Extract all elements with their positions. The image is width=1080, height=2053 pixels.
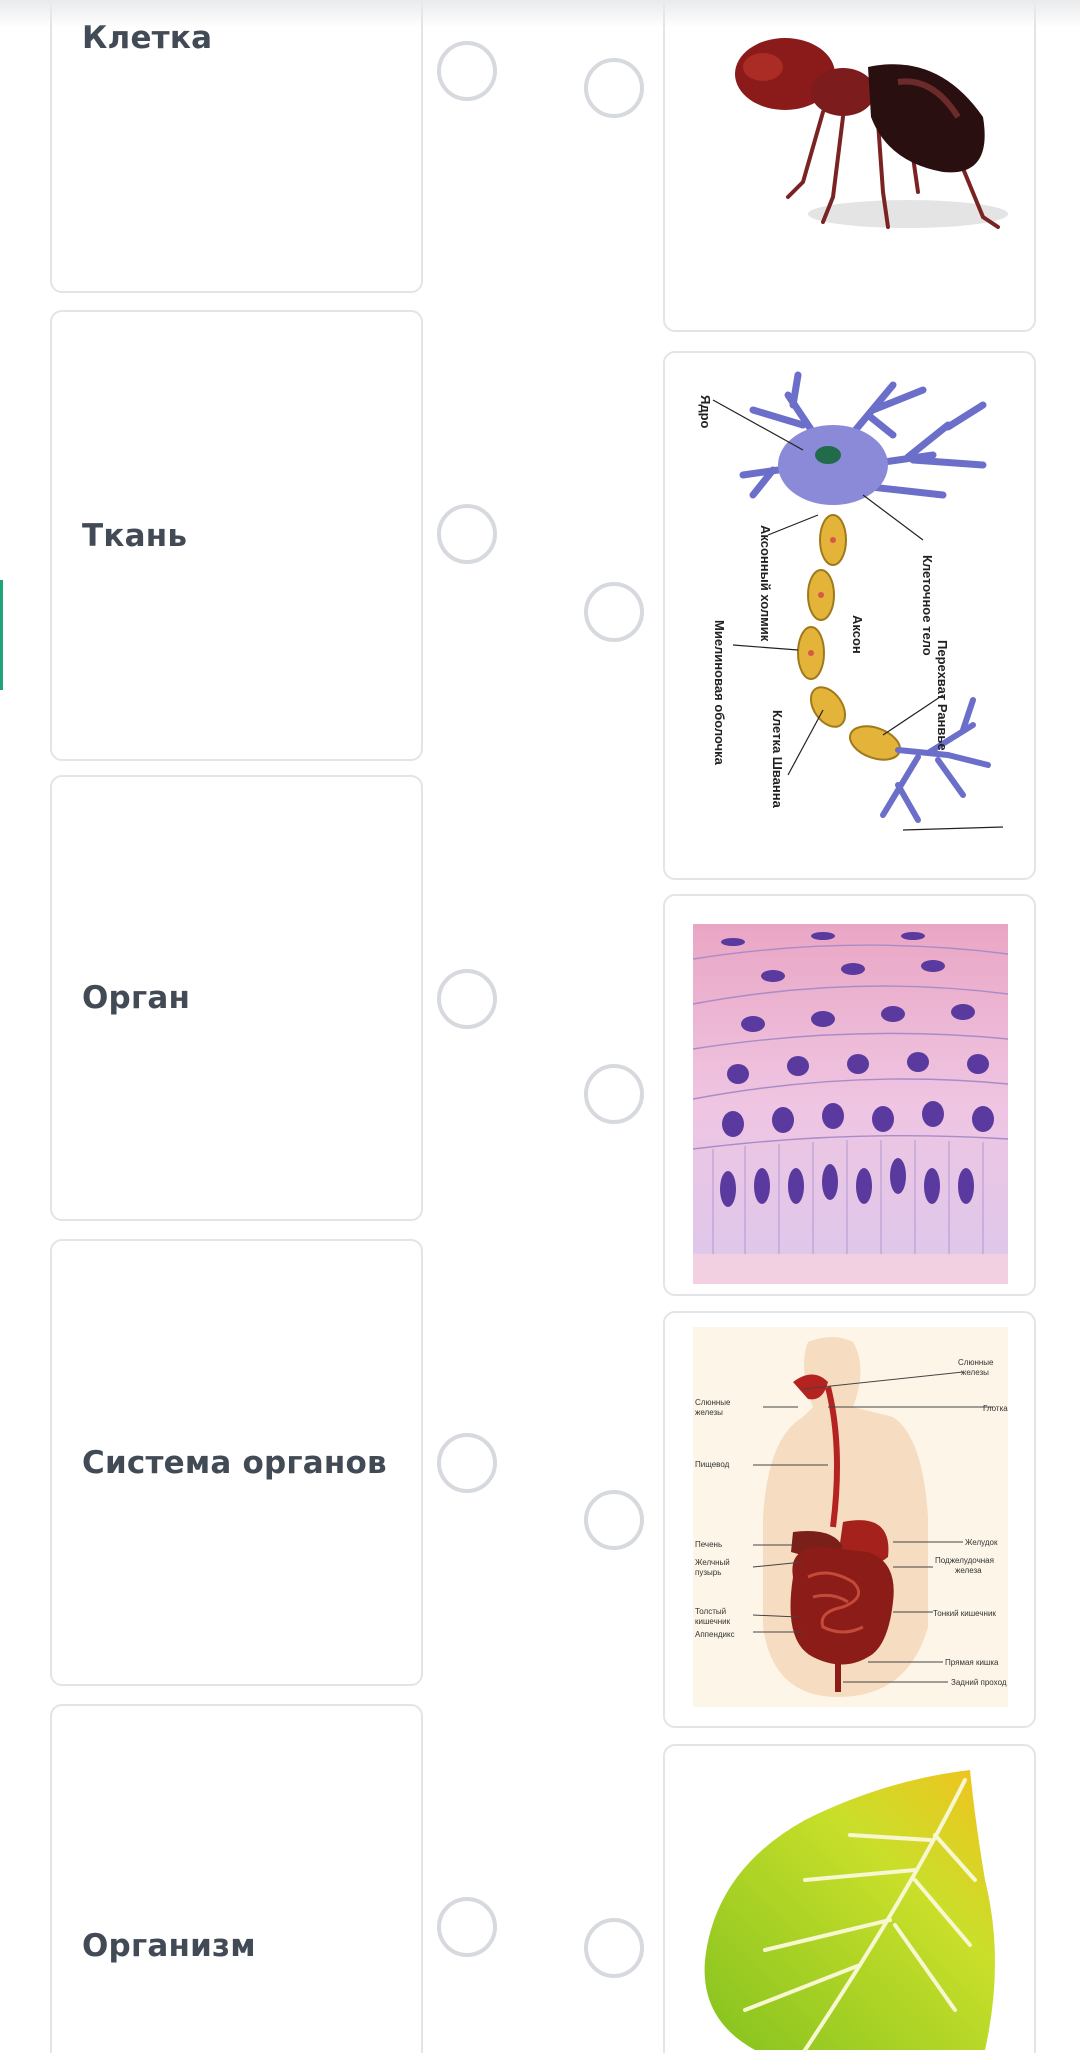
term-card-cell[interactable]: Клетка [50,0,423,293]
image-radio[interactable] [584,58,644,118]
svg-text:железа: железа [955,1566,982,1575]
svg-text:Ядро: Ядро [698,395,713,429]
image-card-epithelium[interactable] [663,894,1036,1296]
svg-text:Поджелудочная: Поджелудочная [935,1556,994,1565]
image-card-neuron[interactable]: Ядро Аксонный холмик Клеточное тело Миел… [663,351,1036,880]
svg-text:кишечник: кишечник [695,1617,731,1626]
svg-text:Клетка Шванна: Клетка Шванна [770,710,785,809]
term-radio[interactable] [437,504,497,564]
image-radio[interactable] [584,1490,644,1550]
neuron-diagram-icon: Ядро Аксонный холмик Клеточное тело Миел… [698,371,1004,831]
svg-text:Глотка: Глотка [983,1404,1008,1413]
term-radio[interactable] [437,41,497,101]
term-label: Система органов [82,1444,387,1481]
image-radio[interactable] [584,582,644,642]
svg-text:Печень: Печень [695,1540,722,1549]
term-card-organism[interactable]: Организм [50,1704,423,2053]
svg-text:Аксон: Аксон [850,615,865,654]
image-card-leaf[interactable] [663,1744,1036,2053]
epithelial-tissue-icon [693,924,1008,1284]
term-card-organ-system[interactable]: Система органов [50,1239,423,1686]
svg-text:Перехват Ранвье: Перехват Ранвье [935,640,950,751]
svg-text:Прямая кишка: Прямая кишка [945,1658,999,1667]
svg-text:Слюнные: Слюнные [958,1358,994,1367]
svg-text:Миелиновая оболочка: Миелиновая оболочка [712,620,727,766]
svg-text:Пищевод: Пищевод [695,1460,730,1469]
image-card-digestive[interactable]: Слюнные железы Глотка Слюнные железы Пищев… [663,1311,1036,1728]
image-radio[interactable] [584,1918,644,1978]
svg-text:Толстый: Толстый [695,1607,726,1616]
svg-text:Аксонный холмик: Аксонный холмик [758,525,773,642]
term-radio[interactable] [437,1897,497,1957]
svg-text:железы: железы [695,1408,723,1417]
svg-text:Желчный: Желчный [695,1558,730,1567]
matching-question: Клетка Ткань Орган Система органов Орган… [0,0,1080,2053]
svg-text:Задний проход: Задний проход [951,1678,1007,1687]
term-label: Ткань [82,517,188,554]
image-card-ant[interactable] [663,0,1036,332]
term-radio[interactable] [437,969,497,1029]
svg-text:Слюнные: Слюнные [695,1398,731,1407]
term-label: Орган [82,980,191,1016]
digestive-system-icon: Слюнныежелезы Глотка Слюнныежелезы Пищев… [693,1327,1008,1707]
leaf-icon [704,1770,995,2052]
svg-text:Клеточное тело: Клеточное тело [920,555,935,656]
ant-icon [735,38,1008,229]
svg-text:железы: железы [961,1368,989,1377]
svg-text:Тонкий кишечник: Тонкий кишечник [933,1609,996,1618]
active-indicator [0,580,3,690]
term-label: Организм [82,1928,256,1964]
term-radio[interactable] [437,1433,497,1493]
scroll-fade [0,0,1080,28]
svg-text:Желудок: Желудок [965,1538,998,1547]
svg-text:Аппендикс: Аппендикс [695,1630,735,1639]
svg-text:пузырь: пузырь [695,1568,721,1577]
image-radio[interactable] [584,1064,644,1124]
term-card-organ[interactable]: Орган [50,775,423,1221]
term-card-tissue[interactable]: Ткань [50,310,423,761]
